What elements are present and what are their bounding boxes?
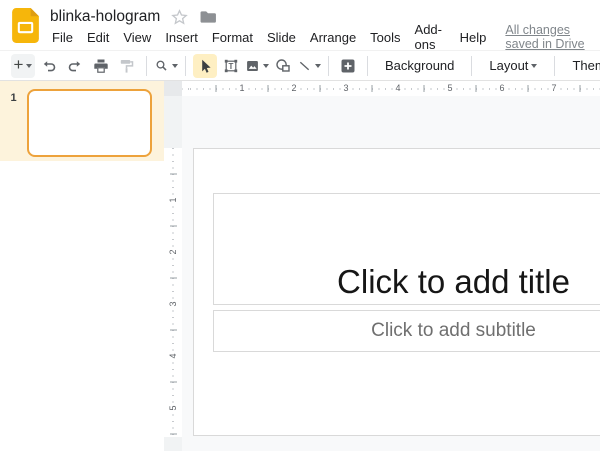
toolbar-separator <box>471 56 472 76</box>
menu-tools[interactable]: Tools <box>363 28 407 47</box>
plus-icon: + <box>14 56 24 73</box>
menu-edit[interactable]: Edit <box>80 28 116 47</box>
menu-bar: File Edit View Insert Format Slide Arran… <box>0 26 600 48</box>
toolbar-separator <box>185 56 186 76</box>
chevron-down-icon <box>172 64 178 68</box>
filmstrip-slide-row-selected: 1 <box>0 81 164 161</box>
vertical-ruler-ticks: 1 2 3 4 5 <box>164 148 182 437</box>
text-box-button[interactable]: T <box>219 54 243 78</box>
save-status-link[interactable]: All changes saved in Drive <box>505 23 600 51</box>
paint-format-button[interactable] <box>115 54 139 78</box>
toolbar-separator <box>146 56 147 76</box>
canvas-column: 1 2 3 4 5 6 7 Click to add title Click t… <box>182 81 600 451</box>
vertical-ruler: 1 2 3 4 5 <box>164 96 182 451</box>
ruler-number: 4 <box>393 83 402 94</box>
menu-arrange[interactable]: Arrange <box>303 28 363 47</box>
ruler-number: 5 <box>445 83 454 94</box>
ruler-number: 7 <box>549 83 558 94</box>
header: blinka-hologram File Edit View Insert Fo… <box>0 0 600 51</box>
select-tool-button[interactable] <box>193 54 217 78</box>
document-title[interactable]: blinka-hologram <box>50 8 160 26</box>
image-icon <box>245 57 260 75</box>
insert-shape-button[interactable] <box>271 54 295 78</box>
layout-button[interactable]: Layout <box>478 54 548 78</box>
theme-button[interactable]: Theme <box>561 54 600 78</box>
ruler-number: 3 <box>341 83 350 94</box>
chevron-down-icon <box>26 64 32 68</box>
chevron-down-icon <box>531 64 537 68</box>
subtitle-placeholder-text: Click to add subtitle <box>371 320 536 342</box>
insert-line-button[interactable] <box>297 54 321 78</box>
slides-logo-icon[interactable] <box>12 8 39 43</box>
star-icon[interactable] <box>171 9 188 26</box>
redo-icon <box>66 57 84 75</box>
background-button[interactable]: Background <box>374 54 465 78</box>
chevron-down-icon <box>263 64 269 68</box>
text-box-icon: T <box>222 57 240 75</box>
undo-button[interactable] <box>37 54 61 78</box>
new-slide-button[interactable]: + <box>11 54 35 78</box>
menu-format[interactable]: Format <box>205 28 260 47</box>
menu-file[interactable]: File <box>45 28 80 47</box>
menu-slide[interactable]: Slide <box>260 28 303 47</box>
insert-comment-button[interactable] <box>336 54 360 78</box>
ruler-number: 5 <box>167 403 179 412</box>
title-placeholder-box[interactable]: Click to add title <box>213 193 600 305</box>
slide-canvas: Click to add title Click to add subtitle <box>182 96 600 451</box>
line-icon <box>297 57 312 75</box>
cursor-icon <box>196 57 214 75</box>
ruler-number: 3 <box>167 299 179 308</box>
ruler-number: 2 <box>167 247 179 256</box>
ruler-number: 6 <box>497 83 506 94</box>
menu-addons[interactable]: Add-ons <box>408 20 453 54</box>
print-button[interactable] <box>89 54 113 78</box>
vertical-ruler-column: 1 2 3 4 5 <box>164 81 182 451</box>
google-slides-app: blinka-hologram File Edit View Insert Fo… <box>0 0 600 451</box>
ruler-number: 1 <box>237 83 246 94</box>
toolbar: + <box>0 51 600 81</box>
toolbar-separator <box>328 56 329 76</box>
redo-button[interactable] <box>63 54 87 78</box>
subtitle-placeholder-box[interactable]: Click to add subtitle <box>213 310 600 352</box>
paint-roller-icon <box>118 57 136 75</box>
ruler-number: 2 <box>289 83 298 94</box>
print-icon <box>92 57 110 75</box>
body: 1 1 2 3 4 5 1 2 3 4 <box>0 81 600 451</box>
magnifier-icon <box>154 57 169 75</box>
zoom-button[interactable] <box>154 54 178 78</box>
comment-plus-icon <box>339 57 357 75</box>
menu-help[interactable]: Help <box>453 28 494 47</box>
menu-insert[interactable]: Insert <box>158 28 205 47</box>
menu-view[interactable]: View <box>116 28 158 47</box>
title-placeholder-text: Click to add title <box>337 263 570 304</box>
toolbar-separator <box>367 56 368 76</box>
ruler-number: 4 <box>167 351 179 360</box>
slide-filmstrip: 1 <box>0 81 164 451</box>
toolbar-separator <box>554 56 555 76</box>
layout-label: Layout <box>489 58 528 73</box>
chevron-down-icon <box>315 64 321 68</box>
insert-image-button[interactable] <box>245 54 269 78</box>
slide-thumbnail[interactable] <box>27 89 152 157</box>
ruler-corner <box>164 81 182 96</box>
slide-number: 1 <box>0 81 27 161</box>
move-folder-icon[interactable] <box>199 10 217 24</box>
svg-text:T: T <box>229 61 234 70</box>
horizontal-ruler: 1 2 3 4 5 6 7 <box>182 81 600 96</box>
ruler-number: 1 <box>167 195 179 204</box>
undo-icon <box>40 57 58 75</box>
slide-page[interactable]: Click to add title Click to add subtitle <box>193 148 600 436</box>
shape-icon <box>274 57 292 75</box>
